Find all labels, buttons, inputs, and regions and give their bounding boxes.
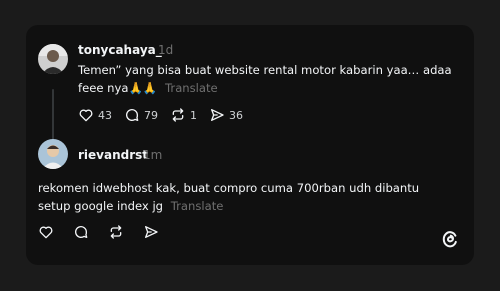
share-button[interactable]: 36 xyxy=(209,107,243,123)
send-icon xyxy=(145,226,158,238)
repost-icon xyxy=(172,108,184,122)
repost-button[interactable] xyxy=(108,224,124,240)
post-text-content: Temen” yang bisa buat website rental mot… xyxy=(78,63,452,95)
like-button[interactable]: 43 xyxy=(78,107,112,123)
like-count: 43 xyxy=(98,108,112,122)
threads-logo-icon[interactable] xyxy=(440,229,460,253)
share-button[interactable] xyxy=(143,224,159,240)
repost-icon xyxy=(110,225,122,239)
thread-connector-line xyxy=(52,89,54,141)
avatar-rievandrst[interactable] xyxy=(38,139,68,169)
reply-count: 79 xyxy=(144,108,158,122)
translate-link[interactable]: Translate xyxy=(171,199,224,213)
translate-link[interactable]: Translate xyxy=(165,81,218,95)
post-text: Temen” yang bisa buat website rental mot… xyxy=(78,61,458,97)
post-username[interactable]: tonycahaya_ xyxy=(78,43,162,57)
heart-icon xyxy=(79,109,93,122)
reply-actions xyxy=(38,224,171,240)
repost-count: 1 xyxy=(190,108,197,122)
reply-time: 1m xyxy=(143,148,163,162)
reply-text: rekomen idwebhost kak, buat compro cuma … xyxy=(38,179,448,215)
reply-button[interactable] xyxy=(73,224,89,240)
comment-icon xyxy=(126,109,139,121)
post-actions: 43 79 1 36 xyxy=(78,107,255,123)
like-button[interactable] xyxy=(38,224,54,240)
comment-icon xyxy=(75,226,88,238)
thread-card: tonycahaya_ 1d Temen” yang bisa buat web… xyxy=(26,25,474,265)
avatar-tonycahaya[interactable] xyxy=(38,44,68,74)
repost-button[interactable]: 1 xyxy=(170,107,197,123)
reply-button[interactable]: 79 xyxy=(124,107,158,123)
heart-icon xyxy=(39,226,53,239)
reply-username[interactable]: rievandrst xyxy=(78,148,148,162)
post-time: 1d xyxy=(158,43,174,57)
reply-text-content: rekomen idwebhost kak, buat compro cuma … xyxy=(38,181,420,213)
send-icon xyxy=(211,109,224,121)
share-count: 36 xyxy=(229,108,243,122)
